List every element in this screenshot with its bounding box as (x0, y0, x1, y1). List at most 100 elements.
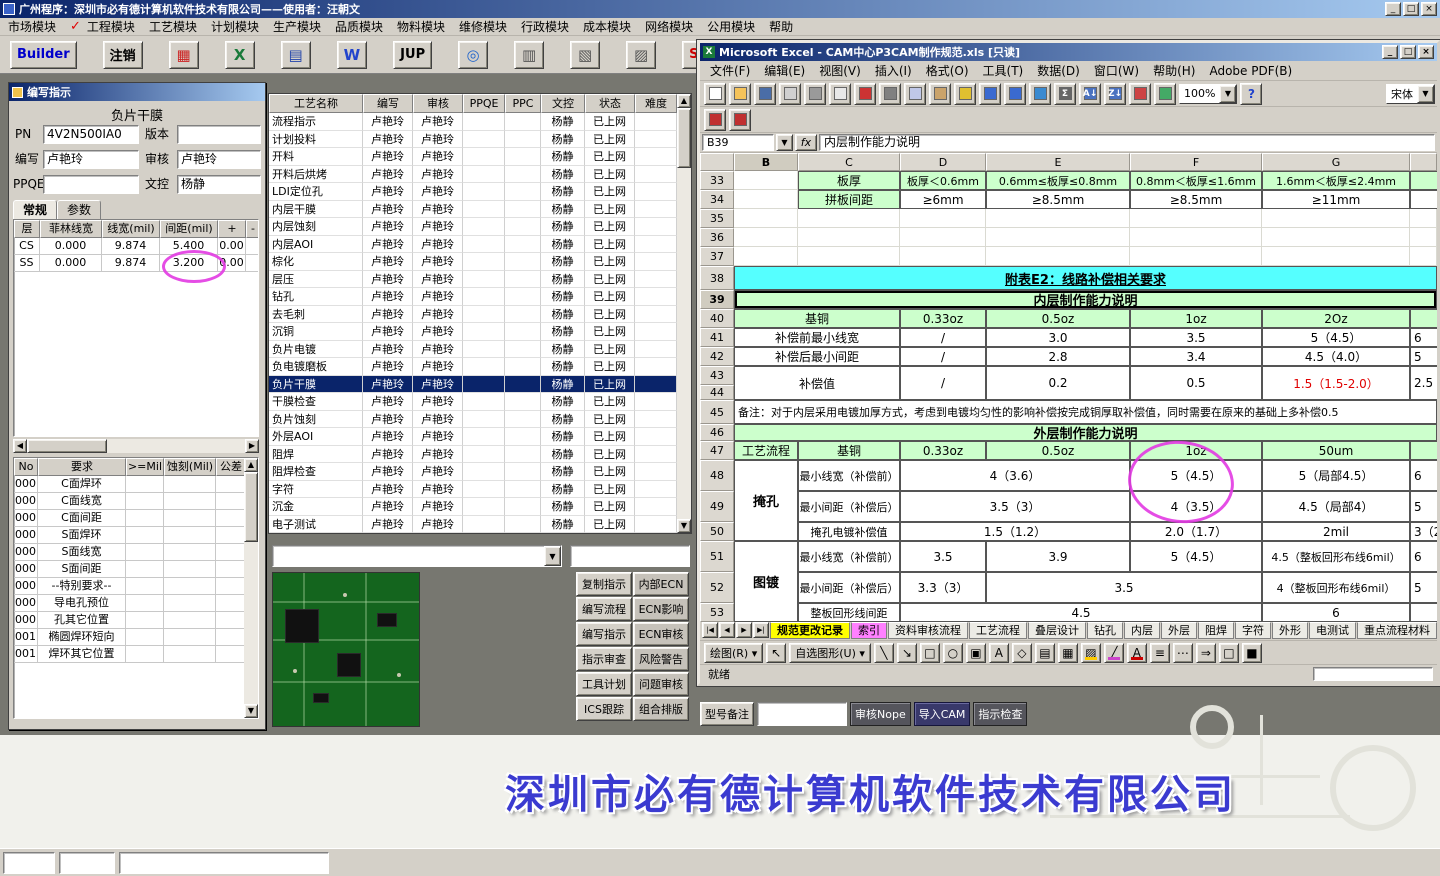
process-row[interactable]: 沉金 卢艳玲 卢艳玲 杨静 已上网 (269, 498, 677, 516)
pdf-settings-icon[interactable] (729, 108, 751, 131)
issue-audit-button[interactable]: 问题审核 (633, 672, 689, 696)
menu-item-10[interactable]: 成本模块 (583, 18, 631, 35)
column-header[interactable]: C (798, 153, 900, 171)
process-select-combobox[interactable]: ▼ (272, 545, 562, 567)
grid-cell[interactable]: 补偿后最小间距 (734, 347, 900, 366)
table-row[interactable]: 000 --特别要求-- (14, 578, 246, 595)
grid-cell[interactable]: 6 (1410, 460, 1437, 491)
wordart-icon[interactable]: A (988, 642, 1009, 663)
column-header[interactable]: F (1130, 153, 1262, 171)
process-row[interactable]: 层压 卢艳玲 卢艳玲 杨静 已上网 (269, 270, 677, 288)
scroll-down-icon[interactable]: ▼ (244, 704, 258, 718)
fill-color-icon[interactable]: ▨ (1080, 642, 1101, 663)
column-header[interactable]: 菲林线宽 (40, 220, 102, 238)
hyperlink-icon[interactable] (1029, 82, 1051, 105)
column-header[interactable]: D (900, 153, 986, 171)
process-row[interactable]: 沉铜 卢艳玲 卢艳玲 杨静 已上网 (269, 323, 677, 341)
process-row[interactable]: 内层干膜 卢艳玲 卢艳玲 杨静 已上网 (269, 200, 677, 218)
chart-wizard-icon[interactable] (1129, 82, 1151, 105)
column-header[interactable] (700, 153, 734, 171)
row-header[interactable]: 46 (700, 424, 734, 441)
line-color-icon[interactable]: ╱ (1103, 642, 1124, 663)
row-header[interactable]: 35 (700, 209, 734, 228)
column-header[interactable]: B (734, 153, 798, 171)
row-header[interactable]: 48 (700, 460, 734, 491)
open-icon[interactable] (729, 82, 751, 105)
process-row[interactable]: 负电镀磨板 卢艳玲 卢艳玲 杨静 已上网 (269, 358, 677, 376)
grid-cell[interactable]: 最小间距（补偿后） (798, 572, 900, 603)
sheet-nav-icon[interactable]: ▶ (736, 622, 752, 638)
process-table-vscrollbar[interactable]: ▲ ▼ (677, 94, 691, 533)
ecn-impact-button[interactable]: ECN影响 (633, 597, 689, 621)
sheet-nav-icon[interactable]: ▶| (753, 622, 769, 638)
column-header[interactable]: 审核 (413, 94, 463, 113)
excel-menu-item-8[interactable]: 窗口(W) (1088, 61, 1145, 80)
grid-cell[interactable]: 外层制作能力说明 (734, 424, 1437, 441)
grid-cell[interactable]: ≥8.5mm (986, 190, 1130, 209)
grid-cell[interactable]: 1.5（1.2） (900, 522, 1130, 541)
font-name-combobox[interactable]: 宋体 ▼ (1386, 83, 1435, 104)
grid-cell[interactable]: 0.5oz (986, 309, 1130, 328)
tab-常规[interactable]: 常规 (13, 200, 57, 219)
column-header[interactable]: 蚀刻(Mil) (164, 458, 216, 476)
import-cam-button[interactable]: 导入CAM (913, 702, 971, 726)
grid-cell[interactable]: 0.5 (1130, 366, 1262, 400)
taskbar-slot[interactable] (119, 851, 329, 874)
menu-item-4[interactable]: 计划模块 (211, 18, 259, 35)
process-row[interactable]: 干膜检查 卢艳玲 卢艳玲 杨静 已上网 (269, 393, 677, 411)
scroll-thumb[interactable] (27, 439, 107, 453)
scroll-thumb[interactable] (677, 108, 691, 168)
column-header[interactable]: 难度 (635, 94, 677, 113)
autosum-icon[interactable]: Σ (1054, 82, 1076, 105)
grid-cell[interactable]: ≥6mm (900, 190, 986, 209)
column-header[interactable]: >=Mil (126, 458, 164, 476)
help-icon[interactable]: ? (1240, 82, 1263, 105)
grid-cell-empty[interactable] (900, 209, 986, 228)
chevron-down-icon[interactable]: ▼ (544, 546, 561, 566)
process-row[interactable]: 字符 卢艳玲 卢艳玲 杨静 已上网 (269, 480, 677, 498)
scroll-left-icon[interactable]: ◀ (13, 439, 27, 453)
grid-cell[interactable]: 0.33oz (900, 309, 986, 328)
grid-cell-empty[interactable] (798, 209, 900, 228)
sheet-tab-重点流程材料[interactable]: 重点流程材料 (1357, 622, 1437, 639)
grid-cell[interactable]: 0.2 (986, 366, 1130, 400)
sheet-tab-外层[interactable]: 外层 (1161, 622, 1197, 639)
grid-cell-empty[interactable] (734, 171, 798, 190)
grid-cell[interactable]: 板厚 (798, 171, 900, 190)
row-header[interactable]: 43 (700, 366, 734, 385)
close-button[interactable]: × (1418, 45, 1434, 59)
column-header[interactable]: 文控 (541, 94, 585, 113)
grid-cell[interactable]: 4.5（局部4） (1262, 491, 1410, 522)
excel-menu-item-9[interactable]: 帮助(H) (1147, 61, 1201, 80)
permission-icon[interactable] (779, 82, 801, 105)
fax-icon[interactable]: ▥ (514, 40, 545, 69)
instruction-panel-titlebar[interactable]: 编写指示 (9, 83, 265, 101)
grid-cell-empty[interactable] (1410, 247, 1437, 266)
grid-cell[interactable]: 3.9 (986, 541, 1130, 572)
process-row[interactable]: 内层AOI 卢艳玲 卢艳玲 杨静 已上网 (269, 235, 677, 253)
grid-cell[interactable]: 3.3（3） (900, 572, 986, 603)
menu-item-9[interactable]: 行政模块 (521, 18, 569, 35)
sheet-tab-字符[interactable]: 字符 (1235, 622, 1271, 639)
select-pointer-icon[interactable]: ↖ (766, 642, 787, 663)
grid-cell[interactable]: 5 (1410, 572, 1437, 603)
process-row[interactable]: 阻焊检查 卢艳玲 卢艳玲 杨静 已上网 (269, 463, 677, 481)
logout-button[interactable]: 注销 (102, 40, 143, 69)
jup-button[interactable]: JUP (393, 40, 433, 69)
process-row[interactable]: 负片蚀刻 卢艳玲 卢艳玲 杨静 已上网 (269, 410, 677, 428)
row-header[interactable]: 50 (700, 522, 734, 541)
grid-cell[interactable]: 基铜 (798, 441, 900, 460)
row-header[interactable]: 51 (700, 541, 734, 572)
ppqe-field[interactable] (43, 175, 139, 194)
grid-cell-empty[interactable] (986, 247, 1130, 266)
grid-cell-empty[interactable] (798, 228, 900, 247)
process-row[interactable]: 内层蚀刻 卢艳玲 卢艳玲 杨静 已上网 (269, 218, 677, 236)
line-style-icon[interactable]: ≡ (1149, 642, 1170, 663)
column-header[interactable]: 间距(mil) (160, 220, 218, 238)
spelling-icon[interactable] (854, 82, 876, 105)
table-row[interactable]: 000 导电孔预位 (14, 595, 246, 612)
menu-item-8[interactable]: 维修模块 (459, 18, 507, 35)
textbox-icon[interactable]: ▣ (965, 642, 986, 663)
paste-icon[interactable] (929, 82, 951, 105)
grid-cell[interactable]: 5（4.5） (1262, 328, 1410, 347)
